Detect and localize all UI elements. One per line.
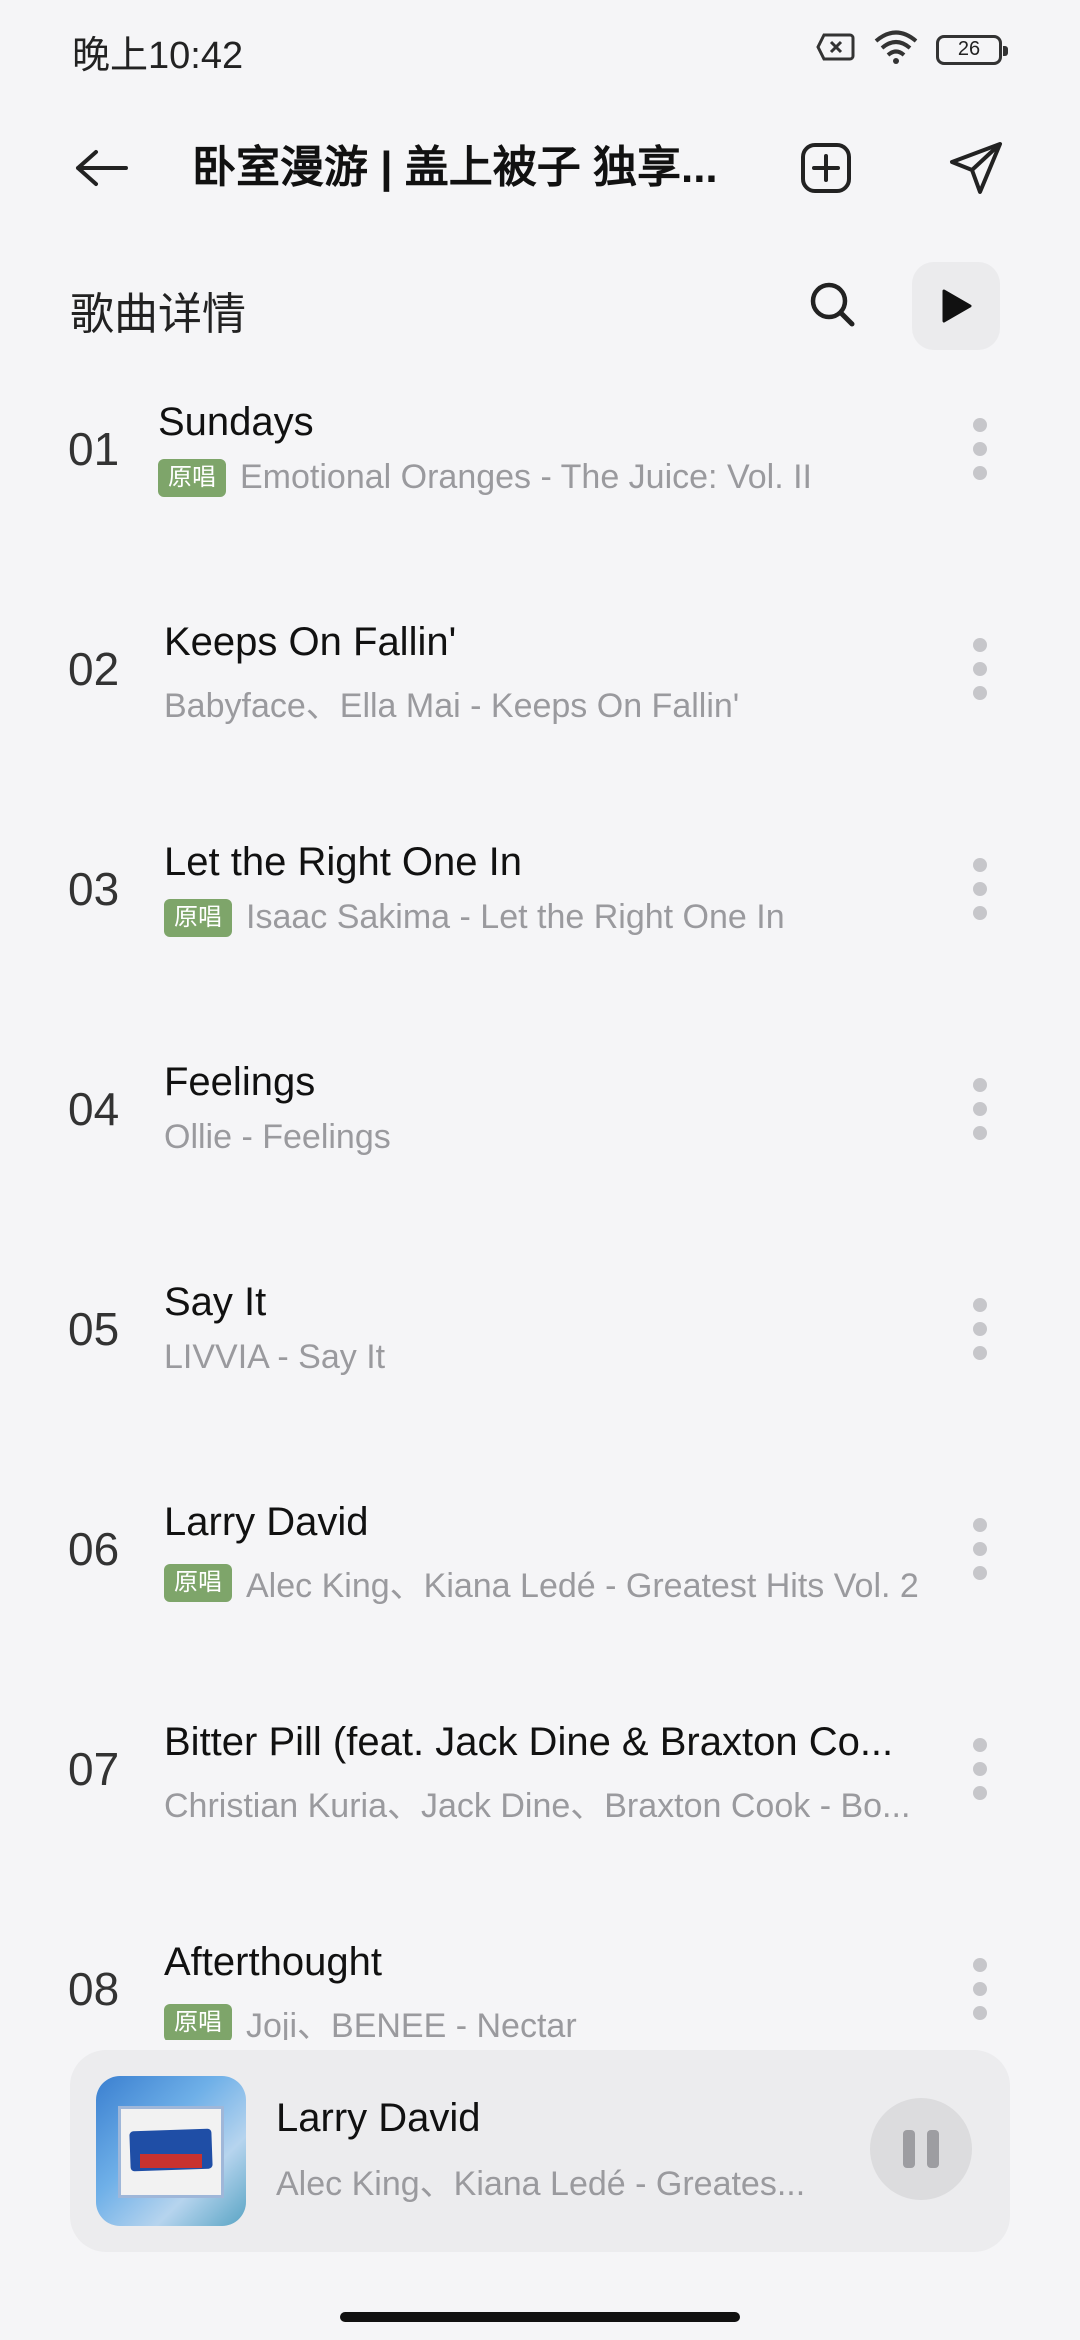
song-row[interactable]: 05 Say It LIVVIA - Say It: [0, 1260, 1080, 1480]
song-artist-album: Ollie - Feelings: [164, 1118, 391, 1156]
song-row[interactable]: 01 Sundays 原唱 Emotional Oranges - The Ju…: [0, 380, 1080, 600]
song-list: 01 Sundays 原唱 Emotional Oranges - The Ju…: [0, 380, 1080, 2040]
song-title: Afterthought: [164, 1940, 382, 1984]
song-number: 06: [68, 1523, 120, 1575]
song-subtitle: Babyface、Ella Mai - Keeps On Fallin': [164, 678, 954, 727]
song-number: 07: [68, 1743, 120, 1795]
back-arrow-icon: [76, 150, 128, 186]
song-artist-album: Babyface、Ella Mai - Keeps On Fallin': [164, 687, 740, 725]
album-art[interactable]: [96, 2076, 246, 2226]
section-title: 歌曲详情: [70, 290, 246, 339]
more-options-button[interactable]: [960, 1294, 1000, 1364]
more-dots-icon: [973, 1958, 987, 1972]
song-subtitle: 原唱 Isaac Sakima - Let the Right One In: [164, 898, 954, 937]
song-title: Sundays: [158, 400, 314, 444]
song-subtitle: 原唱 Joji、BENEE - Nectar: [164, 1998, 954, 2040]
wifi-icon: [874, 30, 918, 69]
more-options-button[interactable]: [960, 1074, 1000, 1144]
song-artist-album: Christian Kuria、Jack Dine、Braxton Cook -…: [164, 1787, 911, 1825]
pause-button[interactable]: [870, 2098, 972, 2200]
song-subtitle: 原唱 Alec King、Kiana Ledé - Greatest Hits …: [164, 1558, 954, 1607]
add-square-icon: [801, 143, 851, 193]
song-number: 08: [68, 1963, 120, 2015]
battery-icon: 26: [936, 34, 1008, 65]
add-to-playlist-button[interactable]: [794, 136, 858, 200]
song-artist-album: Isaac Sakima - Let the Right One In: [246, 898, 785, 936]
more-dots-icon: [973, 1298, 987, 1312]
more-dots-icon: [973, 1518, 987, 1532]
status-icons: 26: [816, 30, 1008, 69]
song-number: 04: [68, 1083, 120, 1135]
song-subtitle: LIVVIA - Say It: [164, 1338, 954, 1377]
paper-plane-icon: [950, 142, 1002, 194]
more-dots-icon: [973, 1738, 987, 1752]
song-row[interactable]: 07 Bitter Pill (feat. Jack Dine & Braxto…: [0, 1700, 1080, 1920]
original-badge: 原唱: [164, 1563, 232, 1602]
now-playing-title: Larry David: [276, 2096, 481, 2140]
song-title: Keeps On Fallin': [164, 620, 457, 664]
mini-player[interactable]: Larry David Alec King、Kiana Ledé - Great…: [70, 2050, 1010, 2252]
battery-level: 26: [957, 38, 981, 60]
song-title: Let the Right One In: [164, 840, 523, 884]
more-options-button[interactable]: [960, 854, 1000, 924]
original-badge: 原唱: [164, 898, 232, 937]
more-dots-icon: [973, 1078, 987, 1092]
more-dots-icon: [973, 638, 987, 652]
song-subtitle: Christian Kuria、Jack Dine、Braxton Cook -…: [164, 1778, 954, 1827]
play-icon: [942, 289, 972, 323]
page-title: 卧室漫游 | 盖上被子 独享...: [192, 143, 718, 192]
original-badge: 原唱: [164, 2003, 232, 2040]
back-button[interactable]: [62, 138, 142, 198]
song-title: Say It: [164, 1280, 267, 1324]
song-number: 02: [68, 643, 120, 695]
more-options-button[interactable]: [960, 1954, 1000, 2024]
pause-icon: [903, 2130, 915, 2168]
status-bar: 晚上10:42 26: [0, 0, 1080, 100]
more-options-button[interactable]: [960, 414, 1000, 484]
song-artist-album: Alec King、Kiana Ledé - Greatest Hits Vol…: [246, 1567, 919, 1605]
song-row[interactable]: 03 Let the Right One In 原唱 Isaac Sakima …: [0, 820, 1080, 1040]
song-row[interactable]: 06 Larry David 原唱 Alec King、Kiana Ledé -…: [0, 1480, 1080, 1700]
song-row[interactable]: 02 Keeps On Fallin' Babyface、Ella Mai - …: [0, 600, 1080, 820]
song-subtitle: Ollie - Feelings: [164, 1118, 954, 1157]
song-row[interactable]: 08 Afterthought 原唱 Joji、BENEE - Nectar: [0, 1920, 1080, 2040]
play-all-button[interactable]: [912, 262, 1000, 350]
header: 卧室漫游 | 盖上被子 独享...: [0, 120, 1080, 216]
search-button[interactable]: [800, 272, 864, 336]
song-subtitle: 原唱 Emotional Oranges - The Juice: Vol. I…: [158, 458, 948, 497]
song-title: Larry David: [164, 1500, 369, 1544]
song-row[interactable]: 04 Feelings Ollie - Feelings: [0, 1040, 1080, 1260]
more-options-button[interactable]: [960, 1514, 1000, 1584]
album-art-banner: [140, 2154, 202, 2168]
song-title: Bitter Pill (feat. Jack Dine & Braxton C…: [164, 1720, 894, 1764]
more-options-button[interactable]: [960, 634, 1000, 704]
status-time: 晚上10:42: [72, 35, 244, 77]
song-number: 05: [68, 1303, 120, 1355]
song-number: 03: [68, 863, 120, 915]
now-playing-artist: Alec King、Kiana Ledé - Greates...: [276, 2165, 806, 2203]
song-artist-album: LIVVIA - Say It: [164, 1338, 386, 1376]
share-button[interactable]: [942, 134, 1010, 202]
search-icon: [810, 282, 855, 327]
song-artist-album: Emotional Oranges - The Juice: Vol. II: [240, 458, 812, 496]
song-title: Feelings: [164, 1060, 316, 1104]
home-indicator[interactable]: [340, 2312, 740, 2322]
song-number: 01: [68, 423, 120, 475]
original-badge: 原唱: [158, 458, 226, 497]
song-artist-album: Joji、BENEE - Nectar: [246, 2007, 577, 2040]
more-options-button[interactable]: [960, 1734, 1000, 1804]
sim-card-icon: [816, 32, 856, 67]
more-dots-icon: [973, 858, 987, 872]
more-dots-icon: [973, 418, 987, 432]
